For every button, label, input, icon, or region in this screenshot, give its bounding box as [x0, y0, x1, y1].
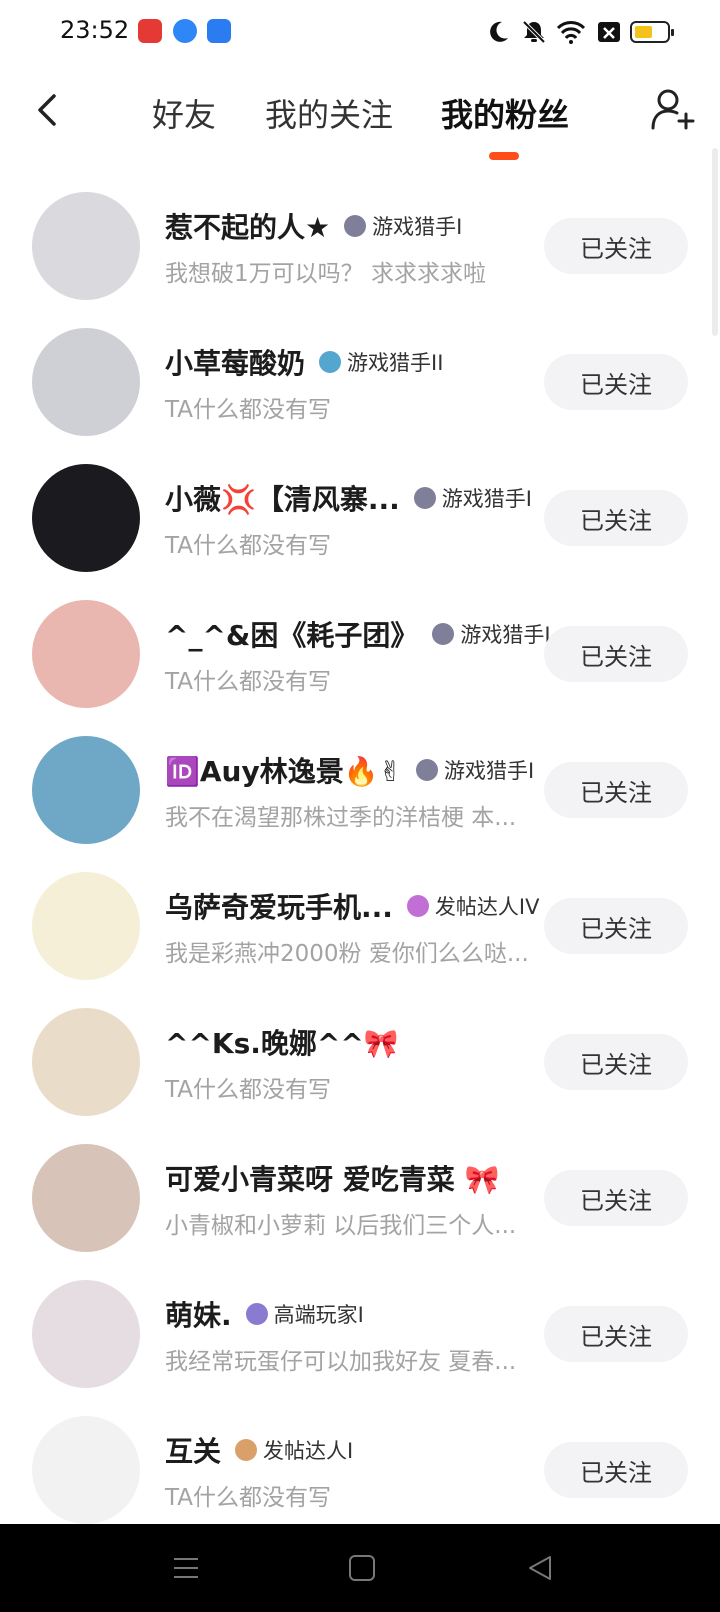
- following-button[interactable]: 已关注: [544, 490, 688, 546]
- user-name: 可爱小青菜呀 爱吃青菜 🎀: [165, 1163, 500, 1196]
- user-bio: TA什么都没有写: [165, 1485, 331, 1511]
- battery-icon: [630, 21, 674, 43]
- battery-level: [635, 26, 652, 38]
- blue-app-icon: [173, 19, 197, 43]
- user-bio: 我不在渴望那株过季的洋桔梗 本...: [165, 805, 517, 831]
- badge-icon: [432, 623, 455, 645]
- user-bio: TA什么都没有写: [165, 397, 331, 423]
- photo-app-icon: [207, 19, 231, 43]
- list-item[interactable]: 可爱小青菜呀 爱吃青菜 🎀 小青椒和小萝莉 以后我们三个人... 已关注: [0, 1132, 720, 1272]
- list-item[interactable]: ^_^&困《耗子团》 游戏猎手I TA什么都没有写 已关注: [0, 588, 720, 728]
- user-name: 小薇💢【清风寨...: [165, 483, 400, 516]
- avatar[interactable]: [32, 328, 140, 436]
- close-box-icon: [598, 22, 620, 42]
- status-bar: 23:52: [0, 0, 720, 64]
- tab-following[interactable]: 我的关注: [265, 90, 393, 136]
- badge-label: 发帖达人IV: [434, 895, 540, 919]
- following-button[interactable]: 已关注: [544, 1170, 688, 1226]
- video-app-icon: [138, 19, 162, 43]
- following-button[interactable]: 已关注: [544, 762, 688, 818]
- list-item[interactable]: 小薇💢【清风寨... 游戏猎手I TA什么都没有写 已关注: [0, 452, 720, 592]
- badge-icon: [416, 759, 439, 781]
- following-button[interactable]: 已关注: [544, 354, 688, 410]
- header: 好友 我的关注 我的粉丝: [0, 64, 720, 164]
- user-name: 小草莓酸奶: [165, 347, 306, 380]
- badge-icon: [413, 487, 436, 509]
- moon-icon: [490, 21, 508, 42]
- badge-icon: [245, 1303, 268, 1325]
- user-bio: TA什么都没有写: [165, 1077, 331, 1103]
- tab-friends[interactable]: 好友: [152, 90, 216, 136]
- tab-fans[interactable]: 我的粉丝: [441, 90, 569, 136]
- add-user-icon[interactable]: [650, 86, 696, 132]
- following-button[interactable]: 已关注: [544, 1306, 688, 1362]
- user-name: 惹不起的人★: [165, 211, 331, 244]
- avatar[interactable]: [32, 600, 140, 708]
- user-name: 萌妹.: [165, 1299, 232, 1332]
- active-tab-indicator: [489, 152, 519, 160]
- list-item[interactable]: 小草莓酸奶 游戏猎手II TA什么都没有写 已关注: [0, 316, 720, 456]
- user-bio: 我经常玩蛋仔可以加我好友 夏春...: [165, 1349, 517, 1375]
- badge-label: 游戏猎手I: [372, 215, 463, 239]
- status-time: 23:52: [60, 16, 130, 44]
- fans-list: 惹不起的人★ 游戏猎手I 我想破1万可以吗？ 求求求求啦 已关注 小草莓酸奶 游…: [0, 180, 720, 1524]
- badge-icon: [235, 1439, 258, 1461]
- avatar[interactable]: [32, 1280, 140, 1388]
- list-item[interactable]: 🆔Auy林逸景🔥✌ 游戏猎手I 我不在渴望那株过季的洋桔梗 本... 已关注: [0, 724, 720, 864]
- user-name: 互关: [165, 1435, 222, 1468]
- following-button[interactable]: 已关注: [544, 1442, 688, 1498]
- following-button[interactable]: 已关注: [544, 898, 688, 954]
- back-triangle-icon[interactable]: [524, 1552, 556, 1584]
- user-bio: TA什么都没有写: [165, 669, 331, 695]
- following-button[interactable]: 已关注: [544, 626, 688, 682]
- following-button[interactable]: 已关注: [544, 218, 688, 274]
- user-name: 🆔Auy林逸景🔥✌: [165, 755, 403, 788]
- badge-label: 高端玩家I: [273, 1303, 364, 1327]
- badge-icon: [406, 895, 429, 917]
- following-button[interactable]: 已关注: [544, 1034, 688, 1090]
- home-icon[interactable]: [346, 1552, 378, 1584]
- user-bio: 小青椒和小萝莉 以后我们三个人...: [165, 1213, 517, 1239]
- list-item[interactable]: 互关 发帖达人I TA什么都没有写 已关注: [0, 1404, 720, 1524]
- user-name: ^^Ks.晚娜^^🎀: [165, 1027, 399, 1060]
- badge-label: 游戏猎手I: [441, 487, 532, 511]
- avatar[interactable]: [32, 1144, 140, 1252]
- user-name: ^_^&困《耗子团》: [165, 619, 419, 652]
- system-nav-bar: [0, 1524, 720, 1612]
- list-item[interactable]: ^^Ks.晚娜^^🎀 TA什么都没有写 已关注: [0, 996, 720, 1136]
- badge-icon: [319, 351, 342, 373]
- avatar[interactable]: [32, 192, 140, 300]
- avatar[interactable]: [32, 1416, 140, 1524]
- avatar[interactable]: [32, 872, 140, 980]
- mute-icon: [522, 20, 546, 44]
- list-item[interactable]: 萌妹. 高端玩家I 我经常玩蛋仔可以加我好友 夏春... 已关注: [0, 1268, 720, 1408]
- menu-icon[interactable]: [170, 1552, 202, 1584]
- user-bio: TA什么都没有写: [165, 533, 331, 559]
- user-bio: 我是彩燕冲2000粉 爱你们么么哒...: [165, 941, 529, 967]
- badge-label: 发帖达人I: [263, 1439, 354, 1463]
- avatar[interactable]: [32, 736, 140, 844]
- badge-label: 游戏猎手II: [347, 351, 444, 375]
- avatar[interactable]: [32, 1008, 140, 1116]
- list-item[interactable]: 惹不起的人★ 游戏猎手I 我想破1万可以吗？ 求求求求啦 已关注: [0, 180, 720, 320]
- badge-label: 游戏猎手I: [460, 623, 551, 647]
- badge-label: 游戏猎手I: [444, 759, 535, 783]
- user-bio: 我想破1万可以吗？ 求求求求啦: [165, 261, 486, 287]
- user-name: 乌萨奇爱玩手机...: [165, 891, 393, 924]
- list-item[interactable]: 乌萨奇爱玩手机... 发帖达人IV 我是彩燕冲2000粉 爱你们么么哒... 已…: [0, 860, 720, 1000]
- avatar[interactable]: [32, 464, 140, 572]
- wifi-icon: [556, 21, 586, 44]
- back-icon[interactable]: [30, 90, 70, 130]
- badge-icon: [344, 215, 367, 237]
